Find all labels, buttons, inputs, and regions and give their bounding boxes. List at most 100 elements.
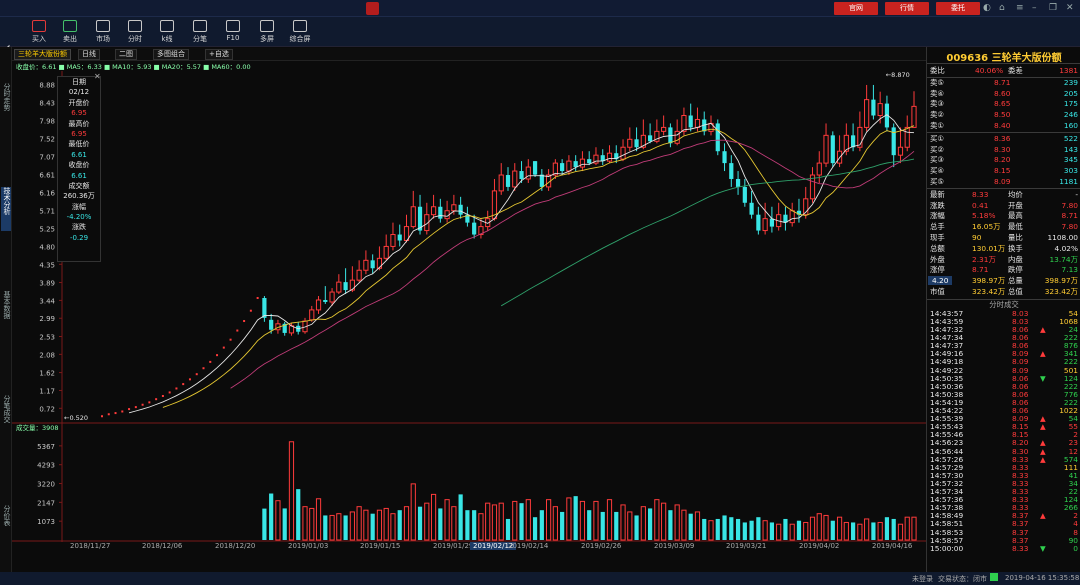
candle	[243, 320, 246, 323]
candle	[121, 410, 124, 413]
login-status: 未登录	[912, 575, 933, 583]
tab-fundamentals[interactable]: 基本数据	[1, 291, 11, 319]
candle-body	[390, 234, 396, 247]
sell-level-label: 卖①	[930, 121, 945, 130]
tab-multi-chart[interactable]: 多图组合	[153, 49, 189, 60]
toolbar-timeshare-button[interactable]: 分时	[120, 19, 150, 45]
buy-price: 8.30	[994, 144, 1011, 154]
stat-label: 最高	[1008, 211, 1023, 221]
toolbar-multiscreen-button[interactable]: 多屏	[252, 19, 282, 45]
date-axis-label: 2019/02/26	[581, 542, 622, 550]
toolbar-sell-button[interactable]: 卖出	[55, 19, 85, 45]
stat-label: 换手	[1008, 243, 1023, 253]
candle	[249, 309, 252, 312]
stat-label: 最新	[930, 189, 945, 199]
candle-body	[376, 257, 383, 269]
ma-legend: 收盘价：6.61 ■ MA5：6.33 ■ MA10：5.93 ■ MA20：5…	[16, 62, 251, 71]
candle-body	[430, 206, 437, 216]
stat-value: 398.97万	[972, 276, 1006, 286]
info-close-label: 收盘价	[68, 161, 90, 170]
volume-bar	[648, 508, 653, 540]
candle-body	[789, 210, 795, 224]
sell-price: 8.60	[994, 88, 1011, 98]
tab-two-charts[interactable]: 二图	[115, 49, 137, 60]
toolbar-label: 分笔	[193, 35, 207, 43]
tab-daily[interactable]: 日线	[78, 49, 100, 60]
stat-row: 总额 130.01万 换手 4.02%	[930, 244, 1078, 253]
sell-volume: 246	[1063, 110, 1078, 120]
volume-bar	[796, 520, 802, 540]
tab-price-table[interactable]: 分价表	[1, 505, 11, 526]
candle-body	[566, 160, 572, 172]
stat-label: 跌停	[1008, 265, 1023, 275]
candle-body	[911, 105, 917, 128]
candle	[195, 373, 198, 376]
minimize-icon[interactable]: –	[1032, 3, 1037, 13]
tab-add-watchlist[interactable]: +自选	[205, 49, 233, 60]
toolbar-dashboard-button[interactable]: 综合屏	[285, 19, 315, 45]
date-axis-label: 2019/04/02	[799, 542, 840, 550]
official-site-button[interactable]: 官网	[834, 2, 878, 15]
stat-value: 7.80	[1061, 222, 1078, 232]
candle-body	[472, 222, 477, 235]
candle	[222, 346, 225, 349]
skin-icon[interactable]: ◐	[983, 3, 991, 13]
toolbar-market-button[interactable]: 市场	[88, 19, 118, 45]
tab-ticks[interactable]: 分笔成交	[1, 395, 11, 423]
order-button[interactable]: 委托	[936, 2, 980, 15]
kline-chart[interactable]: 收盘价：6.61 ■ MA5：6.33 ■ MA10：5.93 ■ MA20：5…	[12, 61, 926, 556]
sell-row: 卖④ 8.60 205	[930, 89, 1078, 98]
weibi-row: 委比 40.06% 委差 1381	[930, 66, 1078, 75]
kline-chart-area[interactable]: 收盘价：6.61 ■ MA5：6.33 ■ MA10：5.93 ■ MA20：5…	[12, 61, 926, 556]
buy-price: 8.09	[994, 177, 1011, 186]
title-bar: 官网 行情 委托 ◐ ⌂ ≡ – ❐ ✕	[0, 0, 1080, 17]
buy-volume: 522	[1063, 133, 1078, 143]
candle-body	[343, 282, 348, 291]
sell-row: 卖① 8.40 160	[930, 121, 1078, 130]
tab-security-name[interactable]: 三轮羊大版份额	[14, 49, 71, 60]
candle-body	[315, 299, 322, 311]
candle-body	[539, 174, 544, 187]
stat-value: 398.97万	[1044, 276, 1078, 286]
candle	[148, 401, 151, 404]
stat-value: 5.18%	[972, 211, 996, 221]
sell-level-label: 卖⑤	[930, 77, 945, 87]
candle-body	[729, 163, 734, 179]
weibi-label: 委比	[930, 66, 945, 75]
tab-technical-analysis[interactable]: 技术分析	[1, 187, 11, 231]
candle	[128, 408, 131, 411]
close-icon[interactable]: ✕	[1066, 3, 1074, 13]
stat-value: 8.33	[972, 189, 989, 199]
stat-value: 13.74万	[1049, 254, 1078, 264]
ticks-title: 分时成交	[989, 299, 1019, 309]
candle-body	[851, 135, 856, 148]
toolbar-label: k线	[161, 35, 173, 43]
stat-value: 323.42万	[972, 287, 1006, 296]
toolbar-label: F10	[226, 34, 240, 42]
sell-row: 卖② 8.50 246	[930, 110, 1078, 119]
stat-value: 16.05万	[972, 222, 1001, 232]
date-axis-label: 2018/12/20	[215, 542, 256, 550]
tick-volume: 0	[1073, 543, 1078, 553]
toolbar-label: 卖出	[63, 35, 77, 43]
candle	[188, 378, 191, 381]
trade-status: 交易状态：闭市	[938, 575, 987, 583]
candle	[134, 406, 137, 409]
date-axis-label: 2019/03/09	[654, 542, 695, 550]
toolbar-kline-button[interactable]: k线	[152, 19, 182, 45]
toolbar-buy-button[interactable]: 买入	[24, 19, 54, 45]
info-pct-label: 涨幅	[72, 202, 86, 211]
toolbar-f10-button[interactable]: F10	[218, 19, 248, 45]
info-close-icon[interactable]: ✕	[94, 72, 101, 81]
toolbar-ticks-button[interactable]: 分笔	[185, 19, 215, 45]
menu-icon[interactable]: ≡	[1016, 3, 1024, 13]
home-icon[interactable]: ⌂	[999, 3, 1005, 13]
separator	[927, 131, 1080, 133]
candle-body	[363, 259, 369, 271]
tab-timeshare[interactable]: 分时走势	[1, 83, 11, 111]
candle-body	[349, 279, 355, 291]
volume-bar	[262, 508, 267, 540]
quotes-button[interactable]: 行情	[885, 2, 929, 15]
restore-icon[interactable]: ❐	[1049, 3, 1057, 13]
date-axis-label: 2019/01/29	[433, 542, 474, 550]
